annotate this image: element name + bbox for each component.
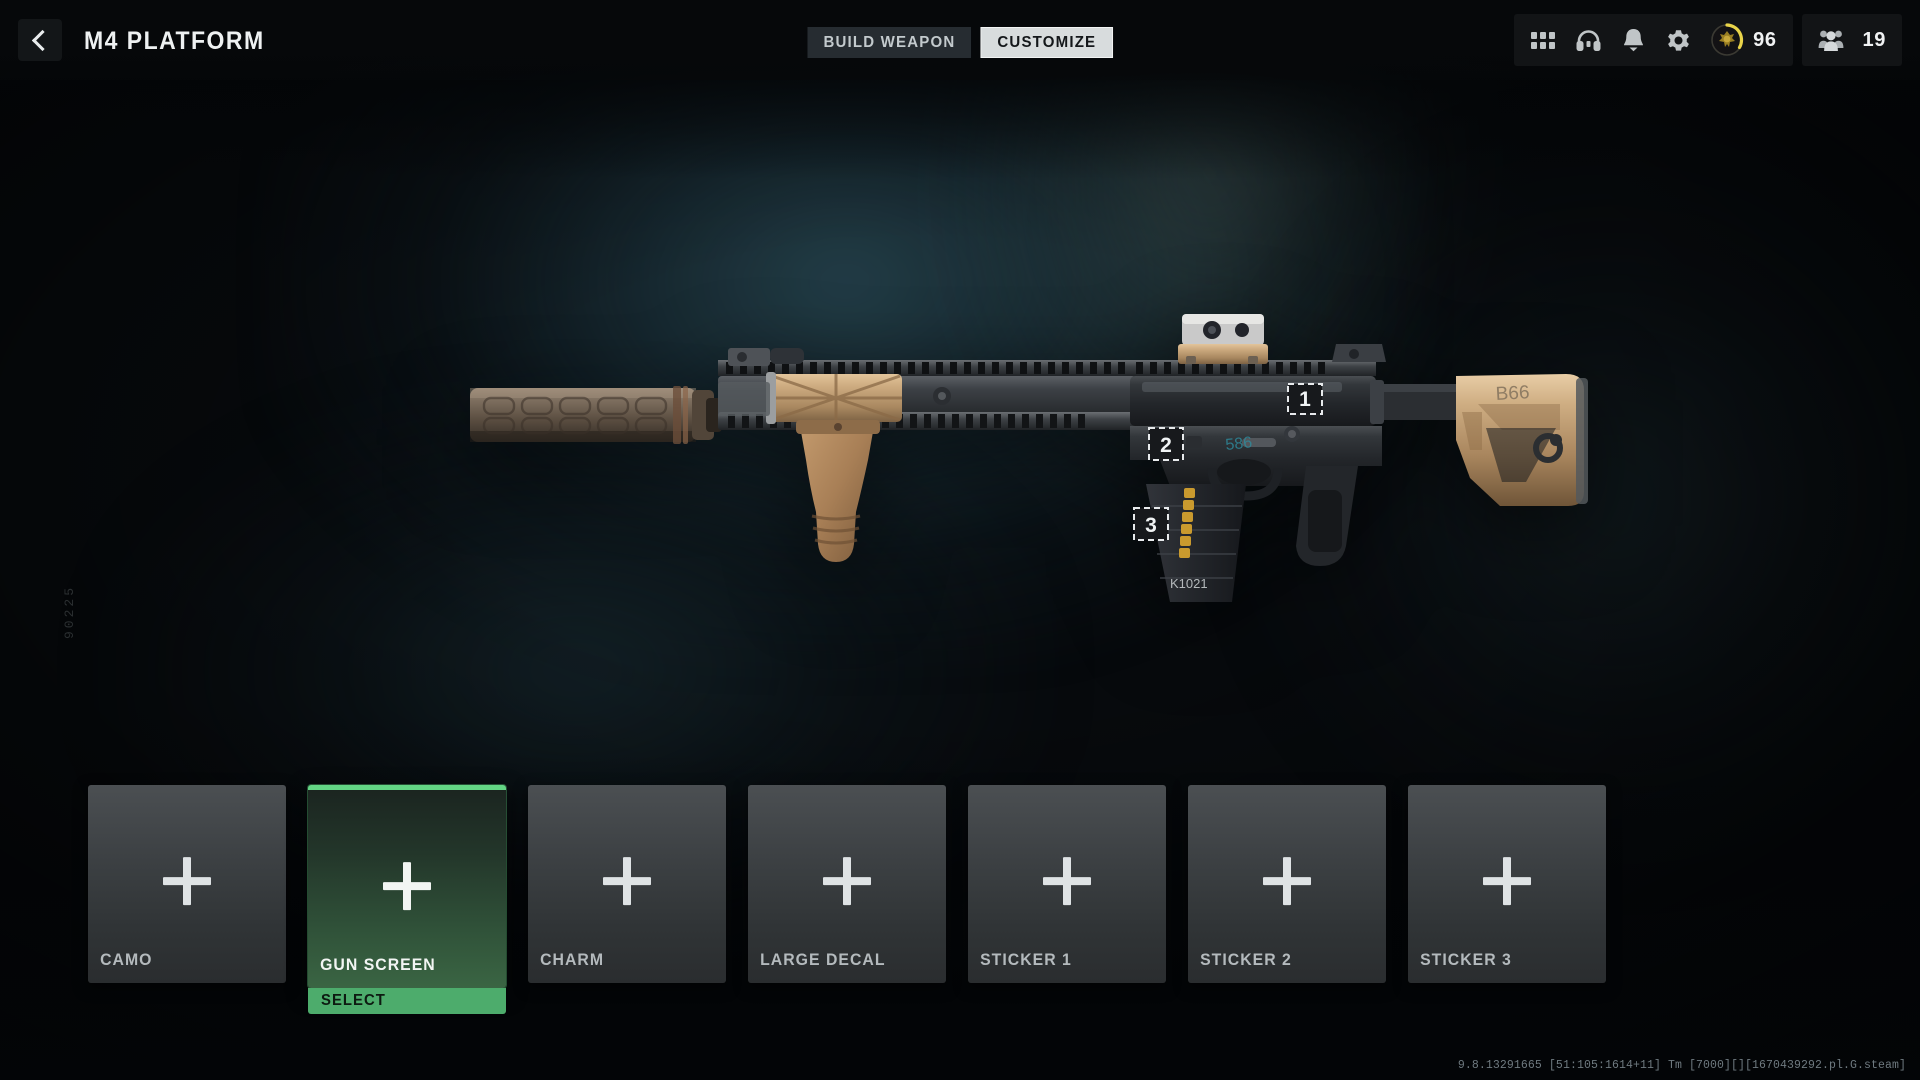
plus-icon [1483,857,1531,906]
tab-customize[interactable]: CUSTOMIZE [980,27,1114,58]
mode-tabs: BUILD WEAPON CUSTOMIZE [802,27,1118,58]
select-action-bar[interactable]: SELECT [308,988,506,1014]
utility-pill: 96 [1514,14,1793,66]
party-pill[interactable]: 19 [1801,14,1902,66]
plus-icon [1263,857,1311,906]
slot-card-sticker-2[interactable]: STICKER 2 [1188,785,1386,983]
grid-menu-icon[interactable] [1530,27,1556,53]
slot-card-charm[interactable]: CHARM [528,785,726,983]
plus-icon [603,857,651,906]
side-code-label: 90225 [62,585,77,640]
slot-card-label: CAMO [100,950,153,969]
slot-card-label: STICKER 2 [1200,950,1292,969]
slot-card-label: STICKER 1 [980,950,1072,969]
slot-card-camo[interactable]: CAMO [88,785,286,983]
plus-icon [383,862,431,911]
top-right-cluster: 96 19 [1514,14,1902,66]
back-button[interactable] [18,19,62,61]
plus-icon [163,857,211,906]
chevron-left-icon [31,29,53,51]
customize-screen: 90225 586 K1021 B66 1 2 3 M4 PLATFORM BU… [0,0,1920,1080]
party-count-value: 19 [1862,28,1886,51]
plus-icon [1043,857,1091,906]
player-level-value: 96 [1753,28,1777,51]
tab-build-weapon-label: BUILD WEAPON [823,33,956,51]
plus-icon [823,857,871,906]
slot-card-large-decal[interactable]: LARGE DECAL [748,785,946,983]
slot-card-sticker-3[interactable]: STICKER 3 [1408,785,1606,983]
slot-card-label: STICKER 3 [1420,950,1512,969]
build-version-stamp: 9.8.13291665 [51:105:1614+11] Tm [7000][… [1457,1059,1906,1072]
player-level[interactable]: 96 [1710,23,1776,57]
select-action-label: SELECT [321,992,386,1009]
slot-card-label: CHARM [540,950,605,969]
rank-emblem-icon [1711,23,1744,56]
tab-customize-label: CUSTOMIZE [997,33,1097,51]
party-members-icon [1818,27,1844,53]
page-title: M4 PLATFORM [84,27,265,55]
customize-slot-row: CAMO GUN SCREEN SELECT CHARM LARGE DECAL… [88,785,1606,1014]
slot-card-gun-screen[interactable]: GUN SCREEN SELECT [308,785,506,1014]
slot-card-sticker-1[interactable]: STICKER 1 [968,785,1166,983]
slot-card-label: GUN SCREEN [320,955,436,974]
bell-icon[interactable] [1620,27,1646,53]
gear-icon[interactable] [1665,27,1691,53]
slot-card-label: LARGE DECAL [760,950,886,969]
headphones-icon[interactable] [1575,27,1601,53]
tab-build-weapon[interactable]: BUILD WEAPON [807,27,972,58]
top-bar: M4 PLATFORM BUILD WEAPON CUSTOMIZE 96 19 [0,0,1920,80]
